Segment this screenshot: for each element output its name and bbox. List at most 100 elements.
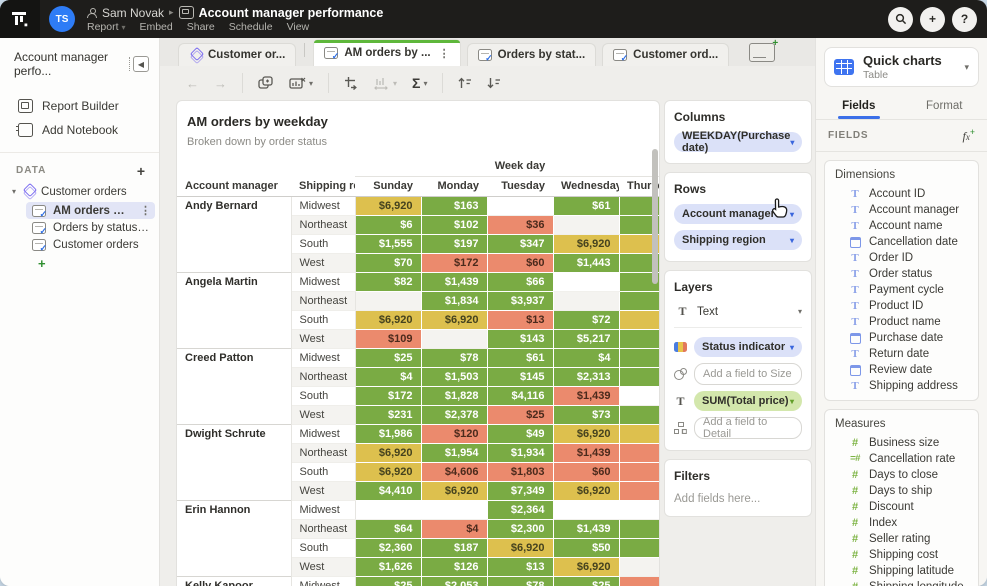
value-cell[interactable]: $231 — [355, 405, 421, 424]
resize-columns-button[interactable]: ▾ — [374, 77, 397, 90]
value-cell[interactable]: $6,920 — [553, 481, 619, 500]
account-manager-cell[interactable]: Angela Martin — [177, 272, 291, 348]
chevron-down-icon[interactable]: ▾ — [790, 343, 794, 352]
vertical-scrollbar[interactable] — [652, 149, 658, 284]
value-cell[interactable]: $1,439 — [553, 519, 619, 538]
size-field-dropzone[interactable]: Add a field to Size — [694, 363, 802, 385]
value-cell[interactable]: $2,364 — [487, 500, 553, 519]
value-cell[interactable]: $70 — [355, 253, 421, 272]
new-element-button[interactable]: + — [749, 43, 775, 62]
tab-orders-by-status[interactable]: ✓ Orders by stat... — [467, 43, 597, 66]
value-cell[interactable]: $4 — [553, 348, 619, 367]
tree-root-customer-orders[interactable]: ▾ Customer orders — [0, 182, 159, 201]
menu-share[interactable]: Share — [187, 21, 215, 33]
value-cell[interactable]: $72 — [553, 310, 619, 329]
undo-button[interactable]: ← — [186, 76, 199, 91]
workbook-title[interactable]: Account manager performance — [199, 6, 384, 20]
value-cell[interactable]: $6,920 — [421, 310, 487, 329]
rows-field-pill-account-manager[interactable]: Account manager▾ — [674, 204, 802, 224]
value-cell[interactable] — [619, 462, 660, 481]
avatar[interactable]: TS — [49, 6, 75, 32]
value-cell[interactable]: $102 — [421, 215, 487, 234]
value-cell[interactable]: $1,555 — [355, 234, 421, 253]
value-cell[interactable]: $347 — [487, 234, 553, 253]
field-item[interactable]: #Shipping cost — [825, 547, 978, 563]
region-cell[interactable]: West — [291, 253, 355, 272]
field-item[interactable]: Purchase date — [825, 330, 978, 346]
value-cell[interactable] — [619, 310, 660, 329]
worksheet-subtitle[interactable]: Broken down by order status — [177, 129, 659, 148]
value-cell[interactable] — [619, 538, 660, 557]
menu-view[interactable]: View — [287, 21, 310, 33]
menu-report[interactable]: Report ▾ — [87, 21, 125, 33]
columns-field-pill[interactable]: WEEKDAY(Purchase date)▾ — [674, 132, 802, 152]
rows-field-pill-shipping-region[interactable]: Shipping region▾ — [674, 230, 802, 250]
value-cell[interactable]: $6,920 — [553, 424, 619, 443]
col-header-tuesday[interactable]: Tuesday — [487, 176, 553, 196]
region-cell[interactable]: West — [291, 329, 355, 348]
value-cell[interactable]: $60 — [553, 462, 619, 481]
help-button[interactable]: ? — [952, 7, 977, 32]
value-cell[interactable]: $49 — [487, 424, 553, 443]
value-cell[interactable] — [421, 500, 487, 519]
layer-type-select[interactable]: T Text ▾ — [674, 302, 802, 328]
value-cell[interactable]: $13 — [487, 310, 553, 329]
sidebar-item-report-builder[interactable]: Report Builder — [0, 94, 159, 118]
field-item[interactable]: =#Cancellation rate — [825, 451, 978, 467]
tab-am-orders-by-weekday[interactable]: ✓ AM orders by ... ⋮ — [313, 39, 460, 66]
value-cell[interactable] — [355, 291, 421, 310]
caret-down-icon[interactable]: ▾ — [12, 187, 16, 196]
value-cell[interactable]: $4,116 — [487, 386, 553, 405]
value-cell[interactable] — [619, 291, 660, 310]
region-cell[interactable]: Northeast — [291, 215, 355, 234]
value-cell[interactable] — [619, 405, 660, 424]
value-cell[interactable]: $3,937 — [487, 291, 553, 310]
field-item[interactable]: #Days to ship — [825, 483, 978, 499]
value-cell[interactable]: $145 — [487, 367, 553, 386]
col-header-wednesday[interactable]: Wednesday — [553, 176, 619, 196]
value-cell[interactable]: $64 — [355, 519, 421, 538]
region-cell[interactable]: Midwest — [291, 500, 355, 519]
value-cell[interactable]: $5,217 — [553, 329, 619, 348]
value-cell[interactable]: $78 — [421, 348, 487, 367]
value-cell[interactable]: $1,954 — [421, 443, 487, 462]
region-cell[interactable]: Midwest — [291, 576, 355, 586]
value-cell[interactable] — [553, 291, 619, 310]
account-manager-cell[interactable]: Andy Bernard — [177, 196, 291, 272]
field-item[interactable]: #Shipping longitude — [825, 579, 978, 586]
value-cell[interactable]: $1,439 — [421, 272, 487, 291]
value-cell[interactable]: $163 — [421, 196, 487, 215]
sort-ascending-button[interactable] — [458, 77, 472, 89]
chart-type-selector[interactable]: Quick charts Table ▾ — [824, 47, 979, 87]
pivot-button[interactable] — [344, 76, 359, 90]
aggregate-button[interactable]: Σ ▾ — [412, 75, 427, 91]
value-cell[interactable]: $4 — [355, 367, 421, 386]
text-field-pill[interactable]: SUM(Total price)▾ — [694, 391, 802, 411]
filters-dropzone[interactable]: Add fields here... — [674, 491, 802, 505]
value-cell[interactable]: $50 — [553, 538, 619, 557]
breadcrumb-user[interactable]: Sam Novak — [102, 6, 164, 20]
value-cell[interactable] — [553, 272, 619, 291]
field-item[interactable]: TPayment cycle — [825, 282, 978, 298]
chevron-down-icon[interactable]: ▾ — [790, 210, 794, 219]
app-logo-icon[interactable] — [0, 0, 40, 38]
value-cell[interactable]: $143 — [487, 329, 553, 348]
region-cell[interactable]: South — [291, 234, 355, 253]
value-cell[interactable]: $1,626 — [355, 557, 421, 576]
field-item[interactable]: TShipping address — [825, 378, 978, 394]
value-cell[interactable]: $2,313 — [553, 367, 619, 386]
value-cell[interactable] — [619, 576, 660, 586]
region-cell[interactable]: Midwest — [291, 348, 355, 367]
tab-menu-icon[interactable]: ⋮ — [439, 47, 450, 60]
col-header-monday[interactable]: Monday — [421, 176, 487, 196]
value-cell[interactable] — [553, 500, 619, 519]
value-cell[interactable]: $1,443 — [553, 253, 619, 272]
value-cell[interactable]: $1,834 — [421, 291, 487, 310]
field-item[interactable]: TAccount name — [825, 218, 978, 234]
value-cell[interactable]: $25 — [487, 405, 553, 424]
value-cell[interactable]: $13 — [487, 557, 553, 576]
value-cell[interactable]: $1,503 — [421, 367, 487, 386]
chevron-down-icon[interactable]: ▾ — [790, 397, 794, 406]
value-cell[interactable]: $109 — [355, 329, 421, 348]
value-cell[interactable]: $1,986 — [355, 424, 421, 443]
